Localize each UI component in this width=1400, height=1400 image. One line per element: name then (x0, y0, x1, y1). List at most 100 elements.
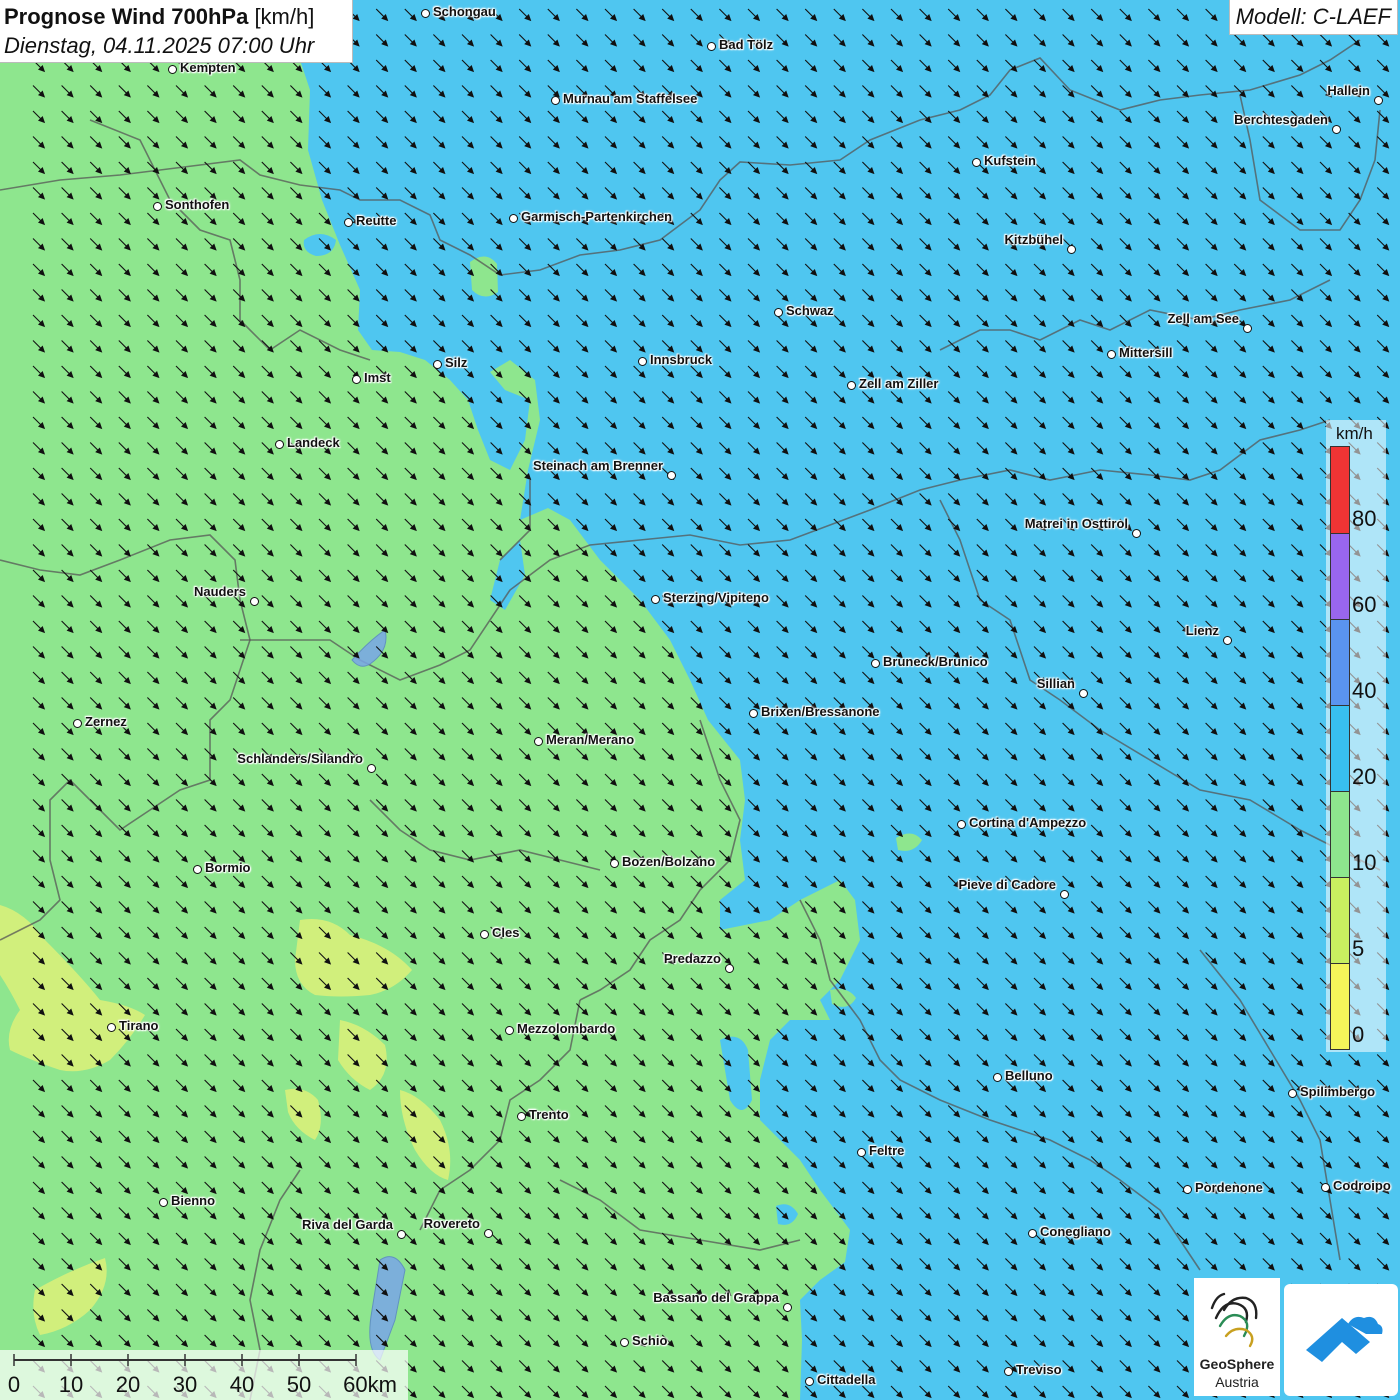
city-label: Reutte (356, 213, 397, 228)
city-label: Schwaz (786, 303, 834, 318)
forecast-map[interactable]: Schongau Bad Tölz Kempten Murnau am Staffel… (0, 0, 1400, 1400)
city-marker (1067, 245, 1076, 254)
city-label: Berchtesgaden (1234, 112, 1328, 127)
city-label: Steinach am Brenner (532, 458, 663, 473)
legend-tick-label: 20 (1352, 764, 1377, 789)
geosphere-emblem-icon (1210, 1292, 1258, 1348)
city-marker (1060, 890, 1069, 899)
city-marker (783, 1303, 792, 1312)
title-unit: [km/h] (254, 4, 315, 29)
city-label: Conegliano (1040, 1224, 1111, 1239)
city-label: Belluno (1005, 1068, 1053, 1083)
city-marker (433, 360, 442, 369)
city-label: Cortina d'Ampezzo (969, 815, 1087, 830)
model-label: Modell: C-LAEF (1228, 0, 1398, 35)
city-label: Hallein (1327, 83, 1370, 98)
app-logo[interactable] (1284, 1284, 1398, 1396)
city-marker (957, 820, 966, 829)
city-label: Bormio (205, 860, 251, 875)
legend-color-bar (1330, 446, 1350, 1050)
scale-label: 40 (229, 1372, 255, 1397)
city-marker (1028, 1229, 1037, 1238)
city-label: Cles (492, 925, 520, 940)
legend-tick-label: 5 (1352, 936, 1365, 961)
city-label: Sonthofen (165, 197, 230, 212)
city-label: Trento (529, 1107, 569, 1122)
city-marker (1107, 350, 1116, 359)
title-main: Prognose Wind 700hPa (4, 4, 249, 29)
city-label: Bienno (171, 1193, 216, 1208)
legend: km/h 0 5 10 20 40 60 80 (1326, 420, 1386, 1052)
city-marker (168, 65, 177, 74)
city-label: Zell am Ziller (859, 376, 939, 391)
city-label: Kitzbühel (1004, 232, 1064, 247)
scale-label: 50 (286, 1372, 312, 1397)
city-marker (517, 1112, 526, 1121)
scale-label: 10 (58, 1372, 84, 1397)
city-marker (344, 218, 353, 227)
city-label: Predazzo (663, 951, 721, 966)
city-label: Bozen/Bolzano (622, 854, 716, 869)
city-label: Sillian (1036, 676, 1075, 691)
legend-tick-label: 80 (1352, 506, 1377, 531)
legend-swatch (1331, 705, 1349, 791)
legend-swatch (1331, 447, 1349, 533)
city-marker (250, 597, 259, 606)
city-marker (1004, 1367, 1013, 1376)
legend-tick-label: 0 (1352, 1022, 1365, 1047)
city-marker (73, 719, 82, 728)
city-label: Cittadella (817, 1372, 876, 1387)
city-label: Imst (364, 370, 391, 385)
city-marker (534, 737, 543, 746)
scale-label: 60km (343, 1372, 397, 1397)
city-marker (551, 96, 560, 105)
city-label: Riva del Garda (301, 1217, 393, 1232)
city-label: Mittersill (1119, 345, 1173, 360)
city-label: Bad Tölz (719, 37, 774, 52)
map-title: Prognose Wind 700hPa [km/h] (4, 4, 314, 30)
title-box: Prognose Wind 700hPa [km/h] Dienstag, 04… (0, 0, 353, 63)
city-label: Pordenone (1195, 1180, 1263, 1195)
city-label: Landeck (287, 435, 340, 450)
city-marker (749, 709, 758, 718)
city-marker (1132, 529, 1141, 538)
wind-app-icon (1306, 1316, 1383, 1362)
legend-swatch (1331, 877, 1349, 963)
city-marker (367, 764, 376, 773)
city-label: Feltre (869, 1143, 905, 1158)
city-marker (1223, 636, 1232, 645)
legend-tick-label: 10 (1352, 850, 1377, 875)
city-label: Silz (445, 355, 468, 370)
legend-swatch (1331, 963, 1349, 1049)
city-marker (871, 659, 880, 668)
city-label: Matrei in Osttirol (1024, 516, 1128, 531)
city-marker (774, 308, 783, 317)
city-label: Rovereto (423, 1216, 480, 1231)
city-marker (193, 865, 202, 874)
scale-label: 0 (7, 1372, 21, 1397)
city-marker (1374, 96, 1383, 105)
city-label: Innsbruck (650, 352, 713, 367)
city-label: Bruneck/Brunico (883, 654, 988, 669)
city-label: Kufstein (984, 153, 1036, 168)
city-marker (275, 440, 284, 449)
city-label: Meran/Merano (546, 732, 635, 747)
geosphere-logo[interactable]: GeoSphere Austria (1194, 1278, 1280, 1396)
city-label: Schio (632, 1333, 668, 1348)
scale-label: 30 (172, 1372, 198, 1397)
city-label: Codroipo (1333, 1178, 1391, 1193)
city-marker (993, 1073, 1002, 1082)
city-marker (505, 1026, 514, 1035)
city-label: Mezzolombardo (517, 1021, 616, 1036)
city-label: Spilimbergo (1300, 1084, 1376, 1099)
city-label: Garmisch-Partenkirchen (521, 209, 673, 224)
city-label: Zell am See (1167, 311, 1239, 326)
city-marker (107, 1023, 116, 1032)
city-marker (509, 214, 518, 223)
city-label: Murnau am Staffelsee (563, 91, 698, 106)
city-marker (651, 595, 660, 604)
city-marker (480, 930, 489, 939)
city-marker (707, 42, 716, 51)
city-marker (667, 471, 676, 480)
city-marker (397, 1230, 406, 1239)
